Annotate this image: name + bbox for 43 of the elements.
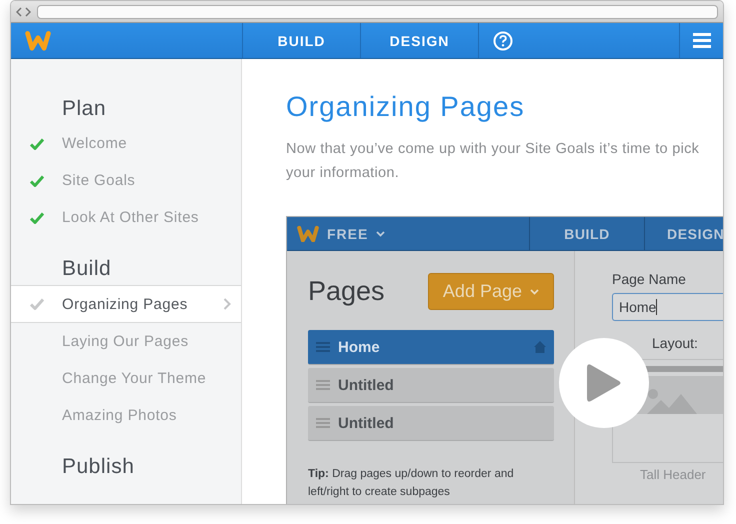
page-row: Untitled <box>308 406 554 441</box>
lesson-item[interactable]: Laying Our Pages <box>11 323 241 360</box>
nav-tab[interactable]: BUILD <box>242 23 360 58</box>
page-row: Home <box>308 330 554 365</box>
help-icon[interactable] <box>493 30 513 50</box>
chevron-icon <box>223 298 231 310</box>
caret-icon <box>376 230 386 236</box>
tip-text: Tip: Drag pages up/down to reorder and left/right to create subpages <box>308 467 515 500</box>
drag-handle-icon <box>316 342 330 352</box>
intro-paragraph: Now that you’ve come up with your Site Goals it’s time to pick your information. <box>286 140 700 183</box>
menu-icon[interactable] <box>692 33 710 48</box>
forward-icon[interactable] <box>25 6 31 16</box>
lesson-item[interactable]: Change Your Theme <box>11 360 241 397</box>
lesson-item[interactable]: Look At Other Sites <box>11 199 241 236</box>
nav-tab: BUILD <box>529 217 644 250</box>
layout-name: Tall Header <box>639 467 707 482</box>
field-label: Layout: <box>651 335 699 351</box>
plan-label: FREE <box>327 226 368 242</box>
lesson-item[interactable]: Site Goals <box>11 162 241 199</box>
video-thumbnail[interactable]: FREE BUILD DESIGN Pages Add Page Home Untitled Untitled Tip: Drag pages up/down to reorder and left/right to create subpages Page Name Home Layout: Tall Header <box>286 216 723 504</box>
section-heading: Publish <box>61 454 136 480</box>
page-row: Untitled <box>308 368 554 403</box>
play-icon <box>587 363 621 403</box>
drag-handle-icon <box>316 418 330 428</box>
lesson-item[interactable]: Organizing Pages <box>11 285 241 323</box>
page-name-field: Home <box>612 293 723 321</box>
page-title: Organizing Pages <box>286 91 526 123</box>
section-heading: Build <box>61 256 112 282</box>
add-page-button: Add Page <box>428 273 554 310</box>
back-icon[interactable] <box>16 6 22 16</box>
image-placeholder-icon <box>647 388 697 414</box>
lesson-item[interactable]: Amazing Photos <box>11 397 241 434</box>
nav-tab[interactable]: DESIGN <box>360 23 478 58</box>
caret-icon <box>530 288 539 294</box>
nav-tab: DESIGN <box>644 217 723 250</box>
logo-icon[interactable] <box>297 224 319 242</box>
address-field[interactable] <box>37 4 718 18</box>
lesson-item[interactable]: Welcome <box>11 125 241 162</box>
field-label: Page Name <box>612 271 687 287</box>
section-heading: Plan <box>61 96 108 122</box>
drag-handle-icon <box>316 380 330 390</box>
pages-heading: Pages <box>308 276 385 307</box>
logo-icon[interactable] <box>25 30 51 51</box>
